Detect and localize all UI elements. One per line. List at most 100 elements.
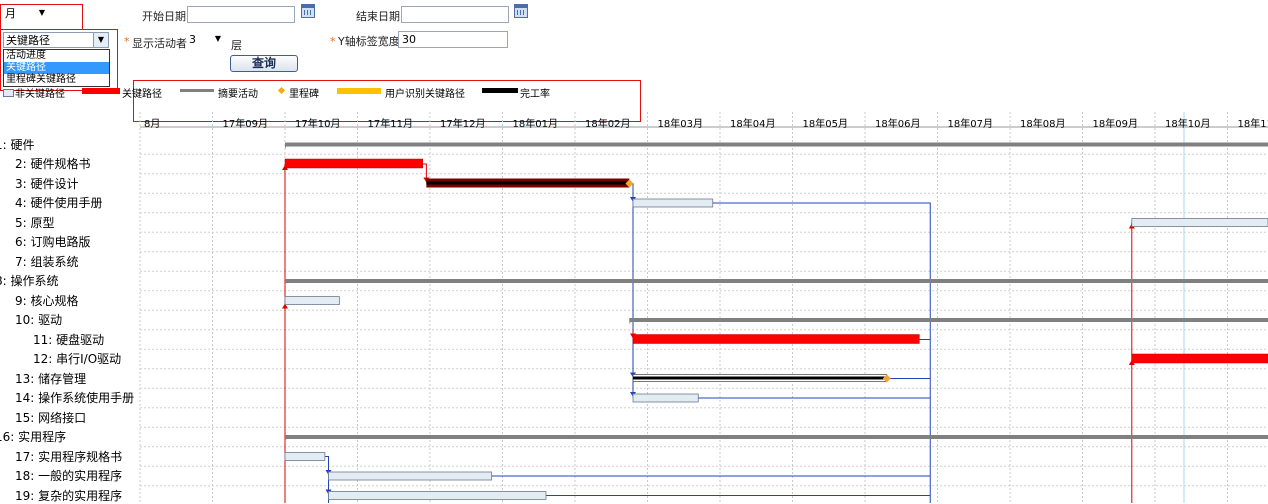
critical-link <box>423 164 427 182</box>
required-mark: * <box>124 35 130 48</box>
chevron-down-icon[interactable]: ▼ <box>211 32 225 46</box>
query-button[interactable]: 查询 <box>230 55 298 72</box>
task-label: 18: 一般的实用程序 <box>15 468 122 484</box>
link-arrow <box>1129 224 1135 229</box>
task-label: 6: 订购电路版 <box>15 234 91 250</box>
month-tick-label: 18年04月 <box>730 115 775 130</box>
link-arrow <box>1129 360 1135 365</box>
y-width-label: Y轴标签宽度: <box>338 33 403 49</box>
start-date-label: 开始日期: <box>142 8 190 24</box>
dependency-link <box>629 184 633 399</box>
legend-swatch-summary <box>180 89 214 92</box>
view-select[interactable]: 关键路径 ▼ <box>3 32 109 48</box>
link-arrow <box>326 490 332 495</box>
month-tick-label: 18年10月 <box>1165 115 1210 130</box>
gantt-chart: 1: 硬件2: 硬件规格书3: 硬件设计4: 硬件使用手册5: 原型6: 订购电… <box>0 0 1268 503</box>
month-tick-label: 18年03月 <box>658 115 703 130</box>
task-label: 16: 实用程序 <box>0 429 66 445</box>
summary-bar-end <box>285 279 289 285</box>
task-bar <box>285 453 325 461</box>
milestone-diamond <box>883 375 891 383</box>
levels-select-value: 3 <box>189 33 196 46</box>
summary-bar <box>285 435 1268 439</box>
chevron-down-icon[interactable]: ▼ <box>93 33 108 47</box>
summary-bar <box>285 279 1268 283</box>
end-date-input[interactable] <box>401 6 509 23</box>
month-tick-label: 18年05月 <box>803 115 848 130</box>
link-arrow <box>630 392 636 397</box>
legend-label: 完工率 <box>520 85 550 100</box>
unit-select-value: 月 <box>5 7 16 20</box>
task-label: 10: 驱动 <box>15 312 62 328</box>
levels-unit: 层 <box>231 37 242 53</box>
legend-swatch-red <box>82 88 120 94</box>
calendar-icon[interactable] <box>514 4 528 18</box>
calendar-icon[interactable] <box>301 4 315 18</box>
task-bar <box>633 375 887 382</box>
task-bar <box>633 394 698 402</box>
view-option[interactable]: 活动进度 <box>4 50 109 62</box>
link-arrow <box>630 334 636 339</box>
task-label: 14: 操作系统使用手册 <box>15 390 134 406</box>
task-label: 7: 组装系统 <box>15 254 79 270</box>
link-arrow <box>630 197 636 202</box>
task-label: 11: 硬盘驱动 <box>33 332 104 348</box>
task-bar <box>1132 219 1268 227</box>
summary-bar <box>629 318 1268 322</box>
view-option-selected[interactable]: 关键路径 <box>4 62 109 74</box>
view-dropdown-list: 活动进度 关键路径 里程碑关键路径 <box>3 49 110 87</box>
milestone-diamond <box>625 180 633 188</box>
summary-bar-end <box>285 143 289 149</box>
legend-label: 非关键路径 <box>15 85 65 100</box>
month-tick-label: 18年06月 <box>875 115 920 130</box>
end-date-label: 结束日期: <box>356 8 404 24</box>
legend-label: 关键路径 <box>122 85 162 100</box>
task-bar <box>329 472 492 480</box>
legend-label: 用户识别关键路径 <box>385 85 465 100</box>
start-date-input[interactable] <box>187 6 295 23</box>
task-label: 9: 核心规格 <box>15 293 79 309</box>
link-arrow <box>630 373 636 378</box>
critical-bar <box>426 179 629 188</box>
progress-bar <box>426 182 629 185</box>
dependency-link <box>713 203 931 503</box>
link-arrow <box>282 165 288 170</box>
required-mark: * <box>330 35 336 48</box>
view-select-value: 关键路径 <box>6 34 50 47</box>
task-label: 2: 硬件规格书 <box>15 156 91 172</box>
gantt-svg <box>0 0 1268 503</box>
critical-bar <box>633 335 919 344</box>
link-arrow <box>282 304 288 309</box>
summary-bar <box>285 143 1268 147</box>
critical-bar <box>285 159 423 168</box>
unit-select[interactable]: 月 ▼ <box>3 6 49 22</box>
task-label: 19: 复杂的实用程序 <box>15 488 122 504</box>
month-tick-label: 18年07月 <box>948 115 993 130</box>
link-arrow <box>326 470 332 475</box>
legend-label: 摘要活动 <box>218 85 258 100</box>
y-width-input[interactable]: 30 <box>398 31 508 48</box>
task-label: 13: 储存管理 <box>15 371 86 387</box>
task-label: 8: 操作系统 <box>0 273 59 289</box>
month-tick-label: 18年09月 <box>1093 115 1138 130</box>
legend-label: 里程碑 <box>289 85 319 100</box>
task-bar <box>329 492 547 500</box>
month-tick-label: 18年11月 <box>1238 115 1268 130</box>
legend-swatch-light <box>3 89 14 97</box>
chevron-down-icon[interactable]: ▼ <box>35 6 49 20</box>
legend-swatch-yellow <box>337 88 381 94</box>
task-label: 1: 硬件 <box>0 137 35 153</box>
levels-select[interactable]: 3 ▼ <box>187 32 225 48</box>
summary-bar-end <box>285 435 289 441</box>
dependency-link <box>325 457 329 504</box>
legend-swatch-black <box>482 88 518 93</box>
task-bar <box>285 297 339 305</box>
month-tick-label: 18年08月 <box>1020 115 1065 130</box>
task-label: 15: 网络接口 <box>15 410 86 426</box>
progress-bar <box>633 377 887 380</box>
summary-bar-end <box>629 318 633 324</box>
task-label: 17: 实用程序规格书 <box>15 449 122 465</box>
task-label: 4: 硬件使用手册 <box>15 195 103 211</box>
task-bar <box>633 199 713 207</box>
link-arrow <box>423 178 429 183</box>
